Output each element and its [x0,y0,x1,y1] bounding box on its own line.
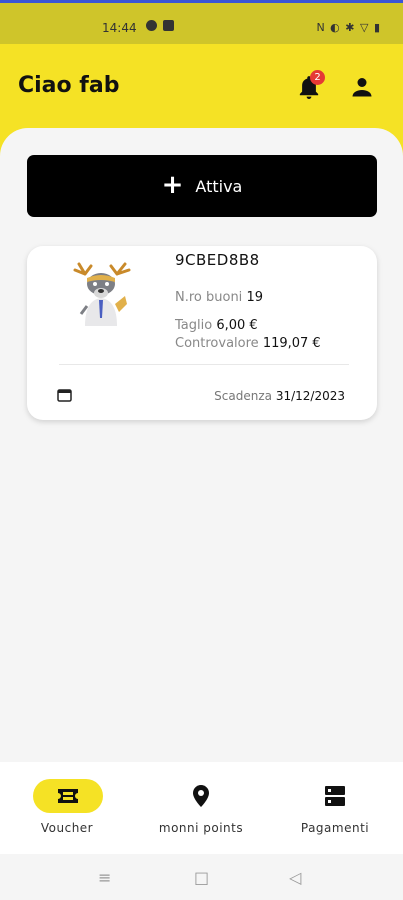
voucher-count-row: N.ro buoni 19 [175,290,263,305]
active-indicator-pill [33,779,103,813]
voucher-total-row: Controvalore 119,07 € [175,336,321,351]
bottom-navigation: Voucher monni points Pagamenti [0,762,403,854]
voucher-count-label: N.ro buoni [175,290,243,305]
nav-item-voucher[interactable]: Voucher [0,762,134,854]
home-button[interactable]: □ [194,868,209,887]
status-notification-icons [146,20,174,31]
back-button[interactable]: ◁ [289,868,301,887]
plus-icon: + [161,169,184,200]
nav-item-pagamenti[interactable]: Pagamenti [268,762,402,854]
greeting-title: Ciao fab [18,73,120,98]
expiry-label: Scadenza [214,389,272,403]
voucher-code: 9CBED8B8 [175,251,260,269]
voucher-total-value: 119,07 € [262,336,321,351]
card-divider [59,364,349,365]
system-navigation-bar: ≡ □ ◁ [0,854,403,900]
nav-label-pagamenti: Pagamenti [300,821,370,835]
location-pin-icon [193,785,209,807]
server-icon [325,786,345,806]
activate-button-label: Attiva [195,176,243,196]
notification-badge: 2 [310,70,325,85]
recent-apps-button[interactable]: ≡ [98,868,111,887]
nav-label-voucher: Voucher [40,821,94,835]
expiry-value: 31/12/2023 [275,389,345,403]
voucher-denomination-row: Taglio 6,00 € [175,318,258,333]
activate-button[interactable]: + Attiva [27,155,377,217]
voucher-denomination-value: 6,00 € [216,318,258,333]
main-content: + Attiva 9CBED8B8 N.ro buoni 19 Taglio 6… [0,128,403,768]
reindeer-mascot-image [73,262,131,326]
facebook-icon [146,20,157,31]
message-icon [163,20,174,31]
voucher-denomination-label: Taglio [175,318,213,333]
calendar-icon [57,389,72,402]
status-time: 14:44 [102,21,137,35]
nav-label-monni-points: monni points [158,821,244,835]
user-icon[interactable] [350,75,374,99]
status-bar: 14:44 N ◐ ✱ ▽ ▮ [0,0,403,44]
status-system-icons: N ◐ ✱ ▽ ▮ [316,21,381,34]
voucher-card[interactable]: 9CBED8B8 N.ro buoni 19 Taglio 6,00 € Con… [27,246,377,420]
voucher-total-label: Controvalore [175,336,259,351]
voucher-count-value: 19 [246,290,263,305]
nav-item-monni-points[interactable]: monni points [134,762,268,854]
expiry-row: Scadenza 31/12/2023 [214,389,345,403]
ticket-icon [58,789,78,803]
